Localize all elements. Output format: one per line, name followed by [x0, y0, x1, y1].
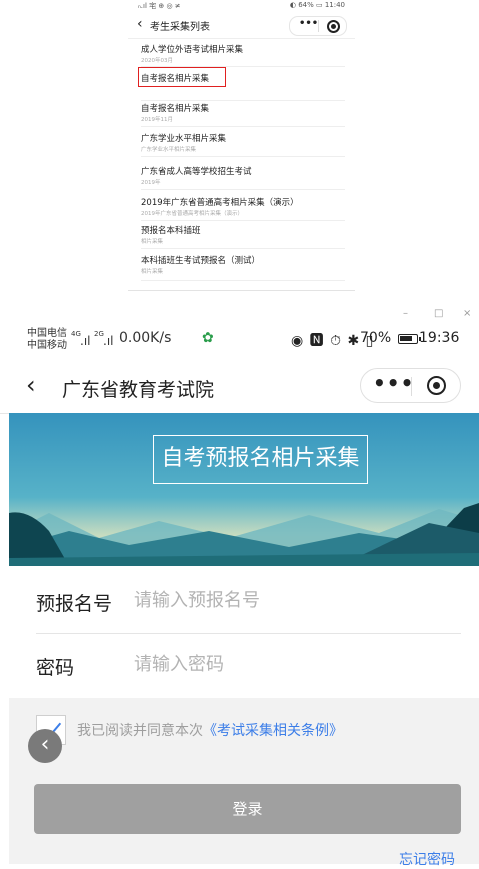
list-item-title: 广东学业水平相片采集 [141, 134, 227, 144]
list-item[interactable]: 广东学业水平相片采集 广东学业水平相片采集 [141, 132, 345, 157]
list-item-subtitle: 2019年11月 [141, 117, 173, 123]
chevron-left-icon[interactable]: ‹ [137, 16, 143, 32]
list-item-title: 预报名本科插班 [141, 226, 201, 236]
password-label: 密码 [36, 657, 75, 679]
clock: 19:36 [419, 330, 460, 346]
terms-link[interactable]: 《考试采集相关条例》 [203, 723, 343, 739]
more-dots-icon[interactable]: ••• [299, 18, 318, 29]
red-highlight-box [138, 67, 226, 87]
reg-number-label: 预报名号 [36, 593, 113, 615]
chevron-left-icon: ‹ [40, 732, 50, 757]
list-title: 考生采集列表 [150, 22, 210, 33]
password-input[interactable] [134, 648, 454, 680]
net-speed: 0.00K/s [119, 330, 172, 346]
agreement-text: 我已阅读并同意本次《考试采集相关条例》 [77, 720, 343, 740]
list-item-title: 广东省成人高等学校招生考试 [141, 167, 252, 177]
login-button[interactable]: 登录 [34, 784, 461, 834]
list-item[interactable]: 广东省成人高等学校招生考试 2019年 [141, 165, 345, 190]
signal-icon: .ıl [103, 334, 114, 348]
list-status-bar: ₙ.ıl 宅 ⊕ ◎ ≭ ◐ 64% ▭ 11:40 [128, 0, 355, 12]
capsule-divider [318, 20, 319, 32]
reg-number-row: 预报名号 [36, 570, 461, 634]
list-item[interactable]: 成人学位外语考试相片采集 2020年03月 [141, 43, 345, 67]
list-nav-bar: ‹ 考生采集列表 ••• [128, 12, 355, 39]
list-item-subtitle: 2019年广东省普通高考相片采集（演示） [141, 211, 243, 217]
maximize-button[interactable]: □ [434, 308, 443, 319]
capsule-divider [411, 377, 412, 396]
reg-number-input[interactable] [134, 584, 454, 616]
forgot-password-link[interactable]: 忘记密码 [399, 849, 455, 869]
signal-icon: .ıl [80, 334, 91, 348]
list-capsule: ••• [289, 16, 347, 36]
mini-program-capsule: ••• [360, 368, 461, 403]
list-item-subtitle: 相片采集 [141, 239, 164, 245]
list-status-right: ◐ 64% ▭ 11:40 [289, 1, 345, 9]
list-item[interactable]: 本科插班生考试预报名（测试） 相片采集 [141, 254, 345, 281]
list-status-left: ₙ.ıl 宅 ⊕ ◎ ≭ [138, 2, 181, 10]
page-title: 广东省教育考试院 [62, 379, 215, 401]
list-item[interactable]: 2019年广东省普通高考相片采集（演示） 2019年广东省普通高考相片采集（演示… [141, 196, 345, 221]
list-item-title: 本科插班生考试预报名（测试） [141, 256, 261, 266]
list-item-subtitle: 广东学业水平相片采集 [141, 147, 197, 153]
minimize-button[interactable]: – [403, 308, 408, 319]
battery-percent: 70% [360, 330, 392, 346]
battery-icon [398, 334, 421, 344]
list-screenshot: ₙ.ıl 宅 ⊕ ◎ ≭ ◐ 64% ▭ 11:40 ‹ 考生采集列表 ••• … [128, 0, 355, 291]
list-item-subtitle: 2020年03月 [141, 58, 173, 64]
list-item[interactable]: 预报名本科插班 相片采集 [141, 224, 345, 249]
list-item-title: 自考报名相片采集 [141, 104, 210, 114]
target-icon[interactable] [427, 376, 446, 395]
banner-title: 自考预报名相片采集 [153, 435, 368, 484]
chevron-left-icon[interactable]: ‹ [26, 371, 36, 399]
list-item-subtitle: 相片采集 [141, 269, 164, 275]
floating-back-button[interactable]: ‹ [28, 729, 62, 763]
target-icon[interactable] [327, 20, 340, 33]
carrier-1: 中国电信 [27, 328, 67, 339]
carrier-2: 中国移动 [27, 340, 67, 351]
list-item-title: 2019年广东省普通高考相片采集（演示） [141, 198, 299, 208]
list-item-subtitle: 2019年 [141, 180, 161, 186]
more-dots-icon[interactable]: ••• [373, 371, 414, 395]
agreement-label: 我已阅读并同意本次 [77, 723, 203, 739]
close-button[interactable]: × [463, 308, 471, 319]
list-item[interactable]: 自考报名相片采集 2019年11月 [141, 102, 345, 127]
password-row: 密码 [36, 634, 461, 697]
list-item-title: 成人学位外语考试相片采集 [141, 45, 244, 55]
app-notification-icon: ✿ [202, 330, 214, 346]
